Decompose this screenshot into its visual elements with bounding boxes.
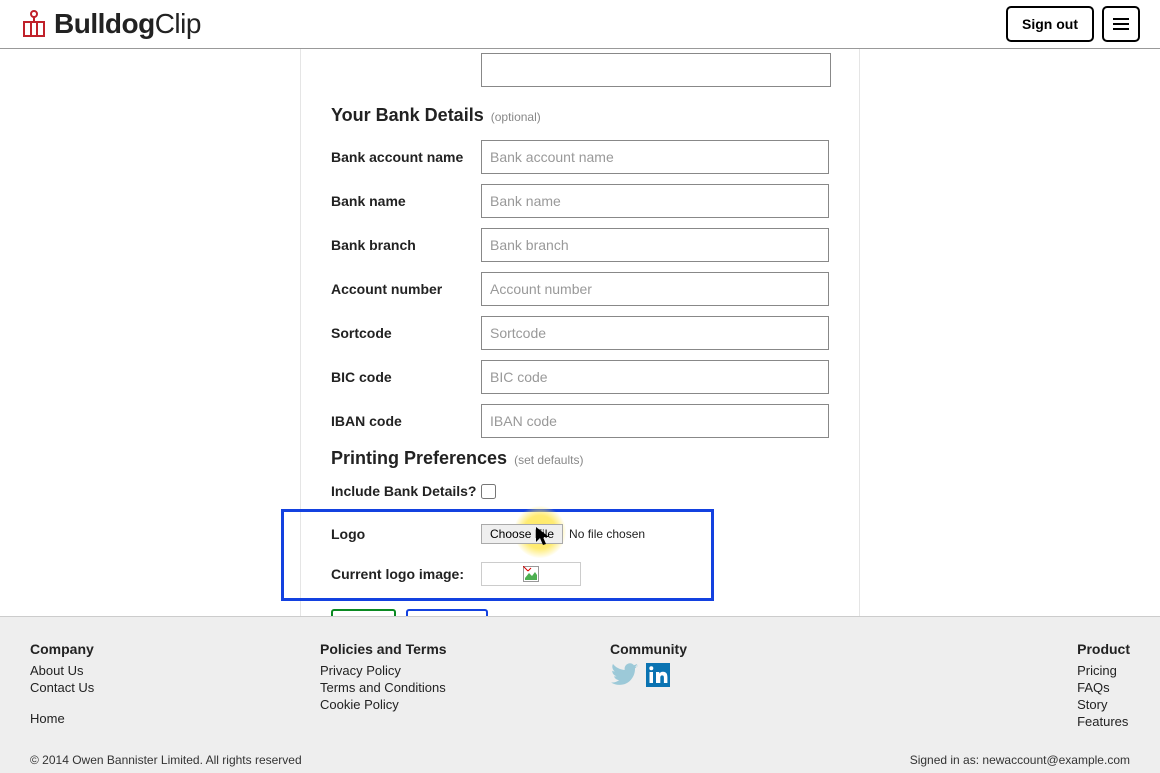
input-account-number[interactable] (481, 272, 829, 306)
header: BulldogClip Sign out (0, 0, 1160, 49)
broken-image-icon (523, 566, 539, 582)
footer-link-privacy[interactable]: Privacy Policy (320, 663, 610, 678)
sign-out-button[interactable]: Sign out (1006, 6, 1094, 42)
label-account-number: Account number (331, 281, 481, 297)
menu-button[interactable] (1102, 6, 1140, 42)
label-current-logo: Current logo image: (331, 566, 481, 582)
label-iban: IBAN code (331, 413, 481, 429)
footer-link-cookie[interactable]: Cookie Policy (320, 697, 610, 712)
copyright-text: © 2014 Owen Bannister Limited. All right… (30, 753, 302, 767)
row-include-bank: Include Bank Details? (331, 483, 829, 499)
row-bank-account-name: Bank account name (331, 140, 829, 174)
social-icons (610, 663, 900, 687)
footer-link-home[interactable]: Home (30, 711, 320, 726)
main-content: Your Bank Details (optional) Bank accoun… (0, 49, 1160, 664)
printing-section-title: Printing Preferences (set defaults) (331, 448, 829, 469)
footer-link-story[interactable]: Story (1077, 697, 1130, 712)
footer: Company About Us Contact Us Home Policie… (0, 616, 1160, 773)
printing-title-hint: (set defaults) (514, 453, 583, 467)
choose-file-button[interactable]: Choose File (481, 524, 563, 544)
bulldog-clip-icon (20, 9, 48, 39)
label-bank-branch: Bank branch (331, 237, 481, 253)
footer-bottom: © 2014 Owen Bannister Limited. All right… (30, 753, 1130, 767)
row-bank-name: Bank name (331, 184, 829, 218)
row-sortcode: Sortcode (331, 316, 829, 350)
label-include-bank: Include Bank Details? (331, 483, 481, 499)
label-bic: BIC code (331, 369, 481, 385)
input-bank-account-name[interactable] (481, 140, 829, 174)
input-iban[interactable] (481, 404, 829, 438)
current-logo-image (481, 562, 581, 586)
input-bank-branch[interactable] (481, 228, 829, 262)
settings-card: Your Bank Details (optional) Bank accoun… (300, 49, 860, 664)
label-logo: Logo (331, 526, 481, 542)
footer-link-contact[interactable]: Contact Us (30, 680, 320, 695)
checkbox-include-bank[interactable] (481, 484, 496, 499)
footer-product-heading: Product (1077, 641, 1130, 657)
input-sortcode[interactable] (481, 316, 829, 350)
signed-in-text: Signed in as: newaccount@example.com (910, 753, 1130, 767)
linkedin-icon[interactable] (646, 663, 670, 687)
hamburger-icon (1113, 18, 1129, 30)
footer-col-company: Company About Us Contact Us Home (30, 641, 320, 731)
bank-title-hint: (optional) (491, 110, 541, 124)
input-bank-name[interactable] (481, 184, 829, 218)
row-account-number: Account number (331, 272, 829, 306)
footer-link-features[interactable]: Features (1077, 714, 1130, 729)
label-bank-account-name: Bank account name (331, 149, 481, 165)
footer-link-pricing[interactable]: Pricing (1077, 663, 1130, 678)
footer-link-faqs[interactable]: FAQs (1077, 680, 1130, 695)
row-iban: IBAN code (331, 404, 829, 438)
file-chooser: Choose File No file chosen (481, 524, 645, 544)
footer-company-heading: Company (30, 641, 320, 657)
footer-col-community: Community (610, 641, 900, 731)
footer-link-about[interactable]: About Us (30, 663, 320, 678)
brand-logo[interactable]: BulldogClip (20, 8, 201, 40)
row-bic: BIC code (331, 360, 829, 394)
footer-policies-heading: Policies and Terms (320, 641, 610, 657)
footer-community-heading: Community (610, 641, 900, 657)
bank-title-text: Your Bank Details (331, 105, 484, 125)
footer-link-terms[interactable]: Terms and Conditions (320, 680, 610, 695)
input-bic[interactable] (481, 360, 829, 394)
prev-field-input[interactable] (481, 53, 831, 87)
twitter-icon[interactable] (610, 663, 638, 687)
footer-col-policies: Policies and Terms Privacy Policy Terms … (320, 641, 610, 731)
row-logo-upload: Logo Choose File No file chosen (331, 524, 711, 544)
brand-light: Clip (155, 8, 201, 40)
row-bank-branch: Bank branch (331, 228, 829, 262)
footer-columns: Company About Us Contact Us Home Policie… (30, 641, 1130, 731)
footer-col-product: Product Pricing FAQs Story Features (1077, 641, 1130, 731)
label-sortcode: Sortcode (331, 325, 481, 341)
header-actions: Sign out (1006, 6, 1140, 42)
bank-section-title: Your Bank Details (optional) (331, 105, 829, 126)
printing-title-text: Printing Preferences (331, 448, 507, 468)
file-status-text: No file chosen (569, 527, 645, 541)
highlight-annotation: Logo Choose File No file chosen Current … (281, 509, 714, 601)
brand-bold: Bulldog (54, 8, 155, 40)
row-current-logo: Current logo image: (331, 562, 711, 586)
partial-prev-field (481, 49, 829, 87)
label-bank-name: Bank name (331, 193, 481, 209)
